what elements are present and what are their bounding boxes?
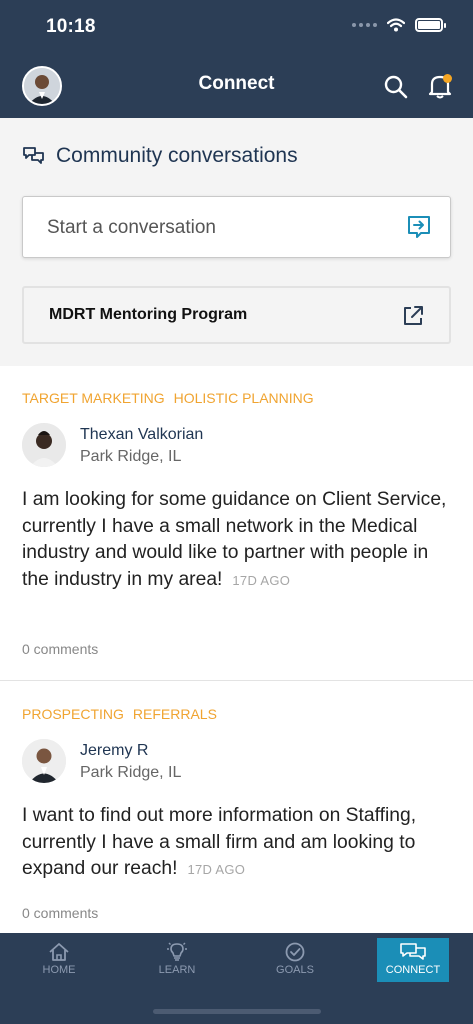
wifi-icon bbox=[387, 18, 405, 32]
mentoring-program-label: MDRT Mentoring Program bbox=[49, 306, 248, 323]
external-link-icon[interactable] bbox=[401, 304, 425, 328]
status-time: 10:18 bbox=[46, 16, 96, 37]
post-card[interactable]: TARGET MARKETING HOLISTIC PLANNING Thexa… bbox=[0, 366, 473, 681]
app-header: 10:18 Connect bbox=[0, 0, 473, 118]
post-tags: TARGET MARKETING HOLISTIC PLANNING bbox=[22, 390, 314, 406]
conversation-feed: TARGET MARKETING HOLISTIC PLANNING Thexa… bbox=[0, 366, 473, 933]
tab-connect-label: CONNECT bbox=[385, 964, 441, 976]
author-name[interactable]: Jeremy R bbox=[80, 742, 148, 760]
home-icon bbox=[49, 943, 69, 961]
tab-home[interactable]: HOME bbox=[23, 938, 95, 982]
post-body: I am looking for some guidance on Client… bbox=[22, 487, 447, 594]
chat-bubbles-icon bbox=[400, 943, 426, 960]
tab-goals[interactable]: GOALS bbox=[259, 938, 331, 982]
tag[interactable]: PROSPECTING bbox=[22, 706, 124, 722]
battery-icon bbox=[415, 18, 446, 32]
author-avatar[interactable] bbox=[22, 739, 66, 783]
post-tags: PROSPECTING REFERRALS bbox=[22, 706, 217, 722]
comments-count[interactable]: 0 comments bbox=[22, 641, 98, 657]
check-circle-icon bbox=[285, 942, 305, 962]
tab-learn[interactable]: LEARN bbox=[141, 938, 213, 982]
author-avatar[interactable] bbox=[22, 423, 66, 467]
tag[interactable]: TARGET MARKETING bbox=[22, 390, 165, 406]
post-card[interactable]: PROSPECTING REFERRALS Jeremy R Park Ridg… bbox=[0, 682, 473, 933]
comments-count[interactable]: 0 comments bbox=[22, 905, 98, 921]
chat-bubbles-icon bbox=[23, 147, 44, 164]
post-body: I want to find out more information on S… bbox=[22, 803, 447, 884]
author-location: Park Ridge, IL bbox=[80, 764, 182, 781]
tab-connect[interactable]: CONNECT bbox=[377, 938, 449, 982]
compose-icon[interactable] bbox=[406, 214, 432, 240]
author-name[interactable]: Thexan Valkorian bbox=[80, 426, 203, 444]
notification-badge bbox=[443, 74, 452, 83]
tab-learn-label: LEARN bbox=[158, 964, 196, 976]
status-icons bbox=[352, 18, 446, 32]
search-icon[interactable] bbox=[383, 74, 409, 100]
community-heading: Community conversations bbox=[22, 144, 298, 168]
signal-icon bbox=[352, 23, 377, 27]
tab-goals-label: GOALS bbox=[276, 964, 314, 976]
lightbulb-icon bbox=[167, 942, 187, 961]
start-conversation-placeholder: Start a conversation bbox=[47, 217, 216, 238]
community-section: Community conversations Start a conversa… bbox=[0, 118, 473, 366]
start-conversation-input[interactable]: Start a conversation bbox=[22, 196, 451, 258]
community-title: Community conversations bbox=[56, 144, 298, 167]
mentoring-program-link[interactable]: MDRT Mentoring Program bbox=[22, 286, 451, 344]
tab-home-label: HOME bbox=[42, 964, 76, 976]
post-age: 17D AGO bbox=[187, 862, 246, 877]
author-location: Park Ridge, IL bbox=[80, 448, 182, 465]
tag[interactable]: REFERRALS bbox=[133, 706, 217, 722]
home-indicator bbox=[153, 1009, 321, 1014]
tag[interactable]: HOLISTIC PLANNING bbox=[174, 390, 314, 406]
post-age: 17D AGO bbox=[232, 572, 291, 588]
